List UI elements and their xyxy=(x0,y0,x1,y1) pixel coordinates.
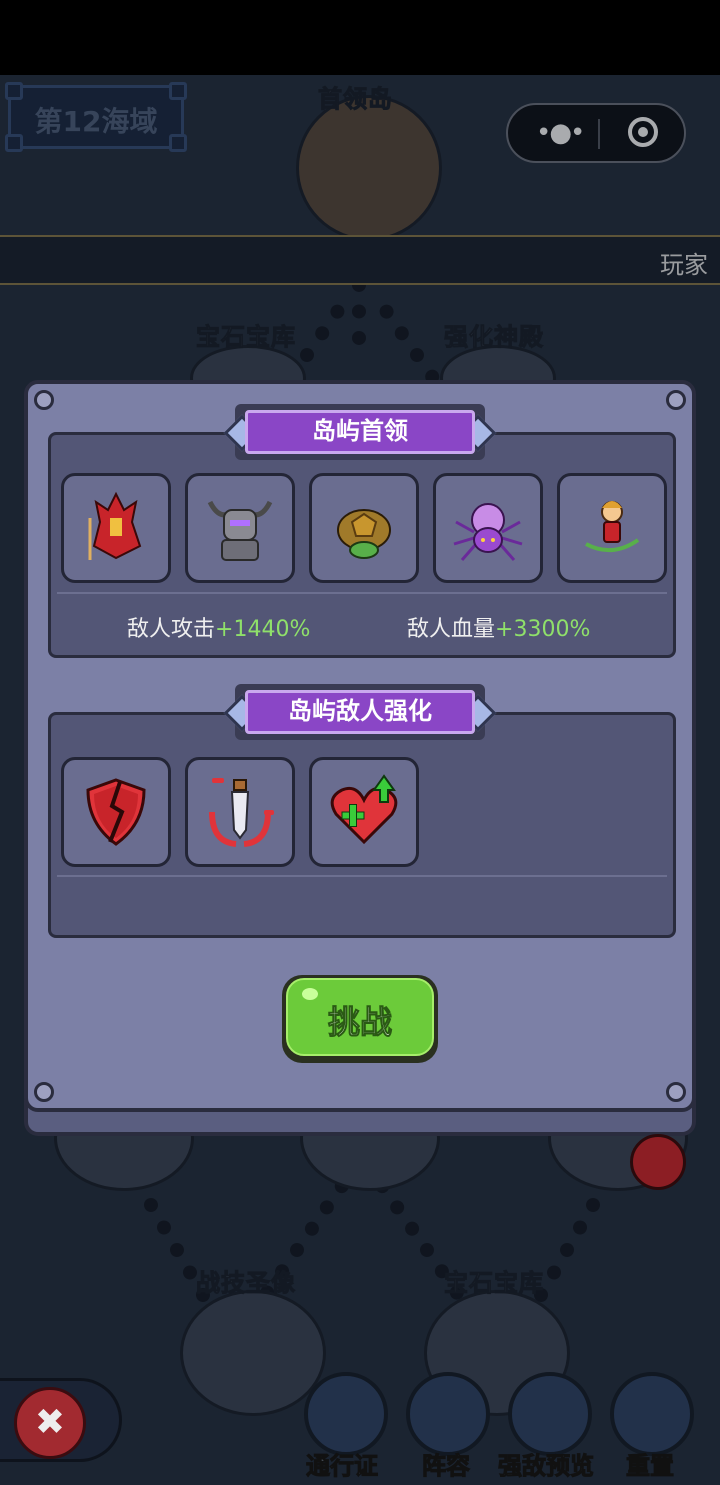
pass-button[interactable] xyxy=(304,1372,388,1456)
lineup-button[interactable] xyxy=(406,1372,490,1456)
pass-label: 通行证 xyxy=(306,1452,379,1481)
enemy-preview-button[interactable] xyxy=(508,1372,592,1456)
buff-slot-3[interactable] xyxy=(309,757,419,867)
enemy-attack-value: +1440% xyxy=(215,617,311,642)
boss-slot-4[interactable] xyxy=(433,473,543,583)
close-icon: ✖ xyxy=(14,1387,86,1459)
purple-spider-icon xyxy=(453,503,523,561)
horned-armor-warrior-icon xyxy=(207,500,273,561)
turtle-icon xyxy=(337,509,391,559)
boss-slot-2[interactable] xyxy=(185,473,295,583)
status-bar xyxy=(0,0,720,75)
winged-archer-icon xyxy=(585,501,640,552)
completed-check-icon xyxy=(630,1134,686,1190)
reset-button[interactable] xyxy=(610,1372,694,1456)
section-divider xyxy=(57,592,667,594)
enemy-hp-label: 敌人血量 xyxy=(407,617,496,642)
challenge-button-label: 挑战 xyxy=(327,1003,392,1042)
section-divider xyxy=(57,875,667,877)
enemy-buff-section xyxy=(48,712,676,938)
boss-section-banner: 岛屿首领 xyxy=(223,404,497,460)
sword-slash-icon xyxy=(209,778,274,847)
rivet xyxy=(666,1082,686,1102)
boss-slot-1[interactable] xyxy=(61,473,171,583)
rivet xyxy=(34,390,54,410)
buff-section-title: 岛屿敌人强化 xyxy=(288,697,432,725)
enemy-hp-value: +3300% xyxy=(495,617,591,642)
heart-heal-icon xyxy=(330,774,398,845)
enemy-attack-label: 敌人攻击 xyxy=(127,617,216,642)
buff-section-banner: 岛屿敌人强化 xyxy=(223,684,497,740)
crimson-knight-icon xyxy=(88,491,142,560)
boss-section: 敌人攻击+1440% 敌人血量+3300% xyxy=(48,432,676,658)
boss-section-title: 岛屿首领 xyxy=(312,417,408,445)
enemy-hp-stat: 敌人血量+3300% xyxy=(407,611,590,643)
boss-slot-3[interactable] xyxy=(309,473,419,583)
enemy-attack-stat: 敌人攻击+1440% xyxy=(127,611,310,643)
close-button[interactable]: ✖ xyxy=(0,1378,122,1462)
buff-slot-1[interactable] xyxy=(61,757,171,867)
rivet xyxy=(666,390,686,410)
rivet xyxy=(34,1082,54,1102)
reset-label: 重置 xyxy=(626,1452,675,1481)
challenge-button[interactable]: 挑战 xyxy=(282,975,438,1063)
buff-slot-2[interactable] xyxy=(185,757,295,867)
lineup-label: 阵容 xyxy=(422,1452,471,1481)
enemy-preview-label: 强敌预览 xyxy=(498,1452,595,1481)
boss-slot-5[interactable] xyxy=(557,473,667,583)
broken-shield-icon xyxy=(86,778,146,846)
